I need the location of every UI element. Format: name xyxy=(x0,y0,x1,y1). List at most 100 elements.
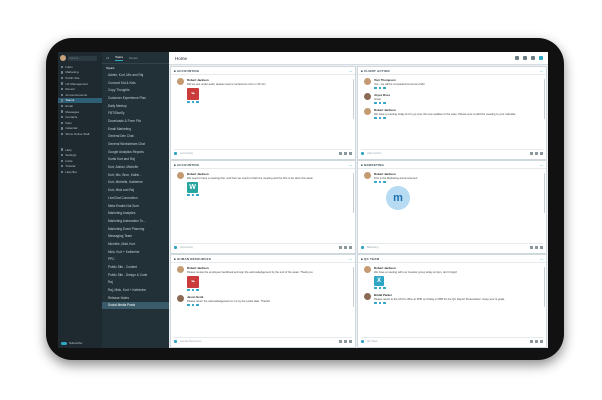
list-icon[interactable] xyxy=(531,56,535,60)
reaction-icon[interactable] xyxy=(196,303,199,306)
reaction-icon[interactable] xyxy=(187,303,190,306)
reaction-icon[interactable] xyxy=(196,100,199,103)
reaction-icon[interactable] xyxy=(187,288,190,291)
message-composer[interactable]: Marketing xyxy=(361,243,543,251)
reaction-icon[interactable] xyxy=(187,100,190,103)
reaction-icon[interactable] xyxy=(196,193,199,196)
reaction-icon[interactable] xyxy=(378,301,381,304)
reaction-icon[interactable] xyxy=(383,116,386,119)
panel-scrollbar[interactable] xyxy=(543,79,545,119)
tab-all[interactable]: All xyxy=(106,56,109,60)
composer-action-icon[interactable] xyxy=(344,340,347,343)
topic-item[interactable]: General Dev Chat xyxy=(102,133,169,141)
panel-menu-icon[interactable]: ⋯ xyxy=(540,257,546,261)
topic-item[interactable]: Marketing Analytics xyxy=(102,209,169,217)
topic-item[interactable]: Mick, Kurt + Katherine xyxy=(102,248,169,256)
message-composer[interactable]: Client Action xyxy=(361,149,543,157)
composer-action-icon[interactable] xyxy=(339,340,342,343)
composer-action-icon[interactable] xyxy=(530,246,533,249)
topic-item[interactable]: Marketing Event Planning xyxy=(102,225,169,233)
panel-scrollbar[interactable] xyxy=(352,267,354,307)
topic-item[interactable]: Kurt, Michelle, Katherine xyxy=(102,179,169,187)
reaction-icon[interactable] xyxy=(383,86,386,89)
composer-action-icon[interactable] xyxy=(349,340,352,343)
message-composer[interactable]: Human Resources xyxy=(174,337,352,345)
reaction-icon[interactable] xyxy=(378,180,381,183)
topic-item[interactable]: Email Marketing xyxy=(102,125,169,133)
topics-header[interactable]: Topics xyxy=(102,64,169,71)
reaction-icon[interactable] xyxy=(374,286,377,289)
topic-item[interactable]: Kurt, Adrian, Michelle xyxy=(102,163,169,171)
topic-item[interactable]: Copy Thoughts xyxy=(102,86,169,94)
composer-action-icon[interactable] xyxy=(535,340,538,343)
panel-scrollbar[interactable] xyxy=(543,267,545,307)
panel-menu-icon[interactable]: ⋯ xyxy=(540,163,546,167)
topic-item[interactable]: Customer Experience Plan xyxy=(102,94,169,102)
subscribe-toggle[interactable]: Subscribe xyxy=(61,341,82,345)
topic-item[interactable]: Concord Kid & Kids xyxy=(102,79,169,87)
topic-item[interactable]: Kurtis Kurt and Raj xyxy=(102,156,169,164)
composer-action-icon[interactable] xyxy=(540,246,543,249)
topic-item[interactable]: Raj xyxy=(102,279,169,287)
reaction-icon[interactable] xyxy=(383,180,386,183)
topic-item[interactable]: Google Analytics Reports xyxy=(102,148,169,156)
panel-scrollbar[interactable] xyxy=(543,173,545,213)
reaction-icon[interactable] xyxy=(378,286,381,289)
reaction-icon[interactable] xyxy=(374,180,377,183)
reaction-icon[interactable] xyxy=(378,101,381,104)
topic-item[interactable]: Social Media Posts xyxy=(102,301,169,310)
topic-item[interactable]: Marketing Automation To... xyxy=(102,217,169,225)
reaction-icon[interactable] xyxy=(378,116,381,119)
topic-item[interactable]: Downloads & Form Filo xyxy=(102,117,169,125)
composer-action-icon[interactable] xyxy=(535,246,538,249)
reaction-icon[interactable] xyxy=(383,101,386,104)
message-composer[interactable]: Accounting xyxy=(174,243,352,251)
panel-menu-icon[interactable]: ⋯ xyxy=(349,69,355,73)
composer-action-icon[interactable] xyxy=(339,246,342,249)
reaction-icon[interactable] xyxy=(191,100,194,103)
user-avatar[interactable] xyxy=(60,55,66,61)
add-icon[interactable] xyxy=(539,56,543,60)
topic-item[interactable]: FBT/StarSy xyxy=(102,109,169,117)
reaction-icon[interactable] xyxy=(191,288,194,291)
composer-action-icon[interactable] xyxy=(349,246,352,249)
message-composer[interactable]: QC Team xyxy=(361,337,543,345)
composer-action-icon[interactable] xyxy=(540,152,543,155)
topic-item[interactable]: Michelle, Matt, Kurt xyxy=(102,240,169,248)
topic-item[interactable]: Public Site - Content xyxy=(102,263,169,271)
topic-item[interactable]: Release Notes xyxy=(102,294,169,302)
filter-icon[interactable] xyxy=(515,56,519,60)
topic-item[interactable]: Admin, Kurt, Mic and Raj xyxy=(102,71,169,79)
composer-action-icon[interactable] xyxy=(540,340,543,343)
composer-action-icon[interactable] xyxy=(344,246,347,249)
composer-action-icon[interactable] xyxy=(535,152,538,155)
composer-action-icon[interactable] xyxy=(530,340,533,343)
panel-menu-icon[interactable]: ⋯ xyxy=(349,257,355,261)
toggle-switch[interactable] xyxy=(61,341,67,345)
tab-people[interactable]: People xyxy=(129,56,138,60)
attachment[interactable]: X xyxy=(374,274,457,286)
composer-action-icon[interactable] xyxy=(339,152,342,155)
composer-action-icon[interactable] xyxy=(530,152,533,155)
topic-item[interactable]: Kurt, Mick and Raj xyxy=(102,186,169,194)
attachment[interactable]: W xyxy=(187,180,313,193)
topic-item[interactable]: Public Site - Design & Code xyxy=(102,271,169,279)
reaction-icon[interactable] xyxy=(196,288,199,291)
panel-menu-icon[interactable]: ⋯ xyxy=(540,69,546,73)
topic-item[interactable]: Meta Emails Not Sure xyxy=(102,202,169,210)
attachment[interactable]: ⌁ xyxy=(187,274,313,288)
reaction-icon[interactable] xyxy=(187,193,190,196)
reaction-icon[interactable] xyxy=(383,301,386,304)
topic-item[interactable]: Kurt, Mic, Bron, Kathe... xyxy=(102,171,169,179)
panel-scrollbar[interactable] xyxy=(352,79,354,119)
jump-search-input[interactable]: Jump to... xyxy=(68,55,97,61)
grid-icon[interactable] xyxy=(523,56,527,60)
panel-menu-icon[interactable]: ⋯ xyxy=(349,163,355,167)
topic-item[interactable]: Messaging Team xyxy=(102,232,169,240)
topic-item[interactable]: General Workstream Chat xyxy=(102,140,169,148)
composer-action-icon[interactable] xyxy=(349,152,352,155)
reaction-icon[interactable] xyxy=(374,101,377,104)
composer-action-icon[interactable] xyxy=(344,152,347,155)
reaction-icon[interactable] xyxy=(378,86,381,89)
reaction-icon[interactable] xyxy=(374,86,377,89)
